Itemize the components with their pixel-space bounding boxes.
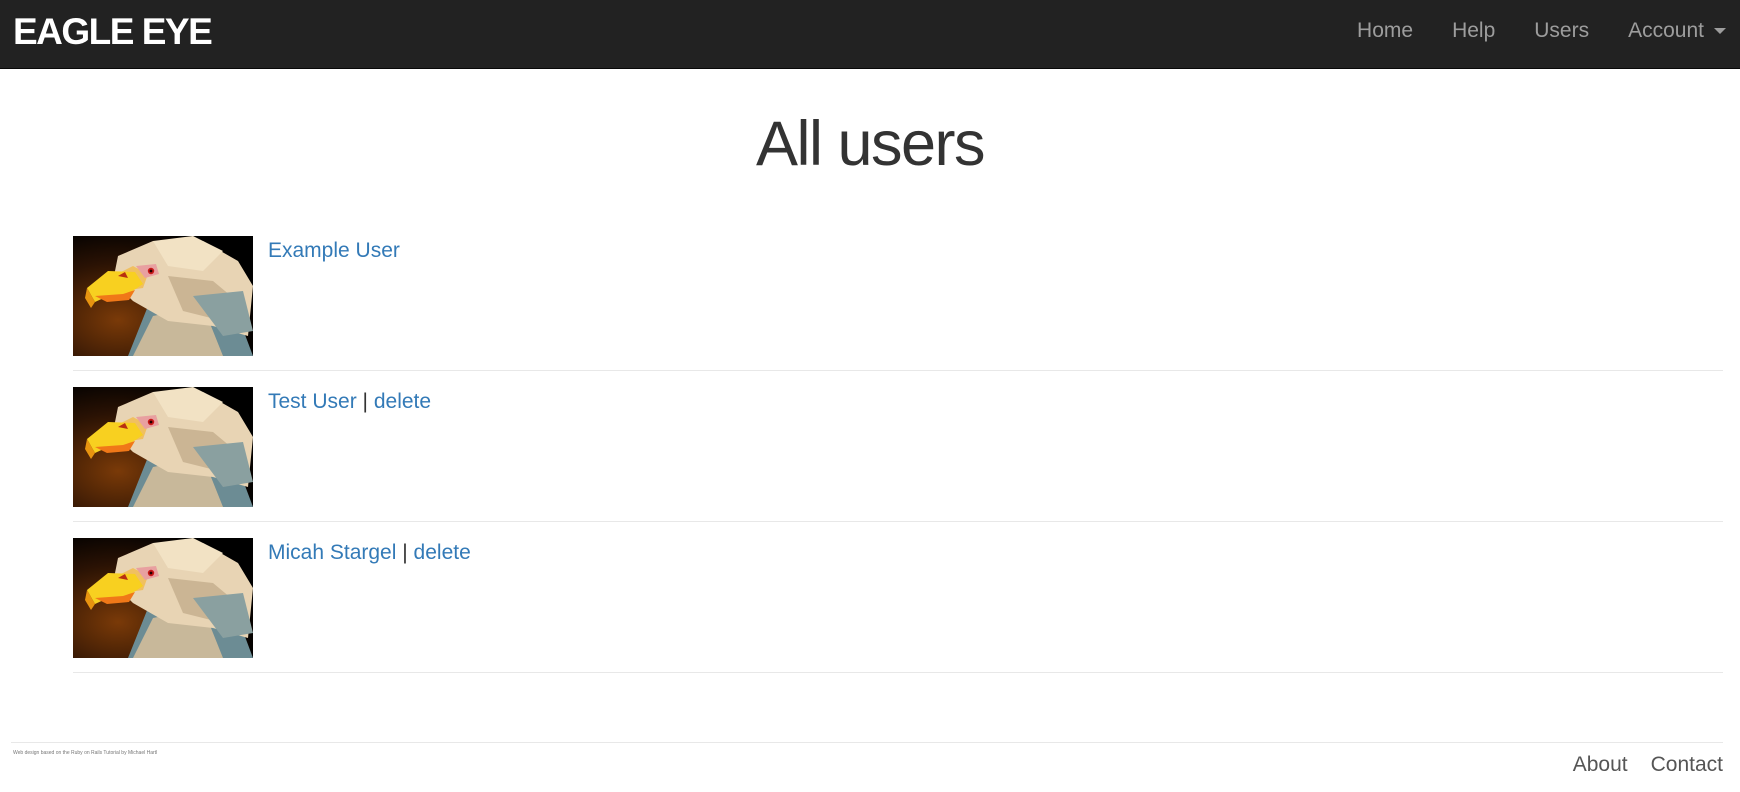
footer-about-link[interactable]: About xyxy=(1573,753,1628,777)
nav-account-dropdown[interactable]: Account xyxy=(1628,19,1726,43)
user-list-item: Example User xyxy=(73,220,1723,371)
footer-nav: About Contact xyxy=(1550,753,1723,777)
user-info: Example User xyxy=(268,236,400,266)
delete-user-link[interactable]: delete xyxy=(414,541,471,564)
eagle-avatar-image xyxy=(73,387,253,507)
user-info: Micah Stargel | delete xyxy=(268,538,471,568)
user-name-link[interactable]: Example User xyxy=(268,239,400,262)
user-name-link[interactable]: Test User xyxy=(268,390,357,413)
footer-credit: Web design based on the Ruby on Rails Tu… xyxy=(13,750,158,756)
caret-down-icon xyxy=(1714,28,1726,35)
eagle-avatar-image xyxy=(73,538,253,658)
user-list-item: Test User | delete xyxy=(73,371,1723,522)
user-name-link[interactable]: Micah Stargel xyxy=(268,541,396,564)
navbar: EAGLE EYE Home Help Users Account xyxy=(0,0,1740,69)
page-title: All users xyxy=(755,109,986,179)
footer-contact-link[interactable]: Contact xyxy=(1651,753,1723,777)
nav-help-link[interactable]: Help xyxy=(1452,19,1495,43)
nav-home-link[interactable]: Home xyxy=(1357,19,1413,43)
nav-users-link[interactable]: Users xyxy=(1534,19,1589,43)
delete-user-link[interactable]: delete xyxy=(374,390,431,413)
footer: Web design based on the Ruby on Rails Tu… xyxy=(11,742,1723,776)
link-separator: | xyxy=(362,390,368,413)
user-avatar[interactable] xyxy=(73,387,253,507)
user-avatar[interactable] xyxy=(73,538,253,658)
main-nav: Home Help Users Account xyxy=(1318,0,1726,62)
nav-account-label: Account xyxy=(1628,19,1704,42)
user-info: Test User | delete xyxy=(268,387,431,417)
user-avatar[interactable] xyxy=(73,236,253,356)
user-list-item: Micah Stargel | delete xyxy=(73,522,1723,673)
link-separator: | xyxy=(402,541,408,564)
eagle-avatar-image xyxy=(73,236,253,356)
users-list: Example User Test User | delete Micah St… xyxy=(73,220,1723,673)
site-logo[interactable]: EAGLE EYE xyxy=(13,10,213,54)
